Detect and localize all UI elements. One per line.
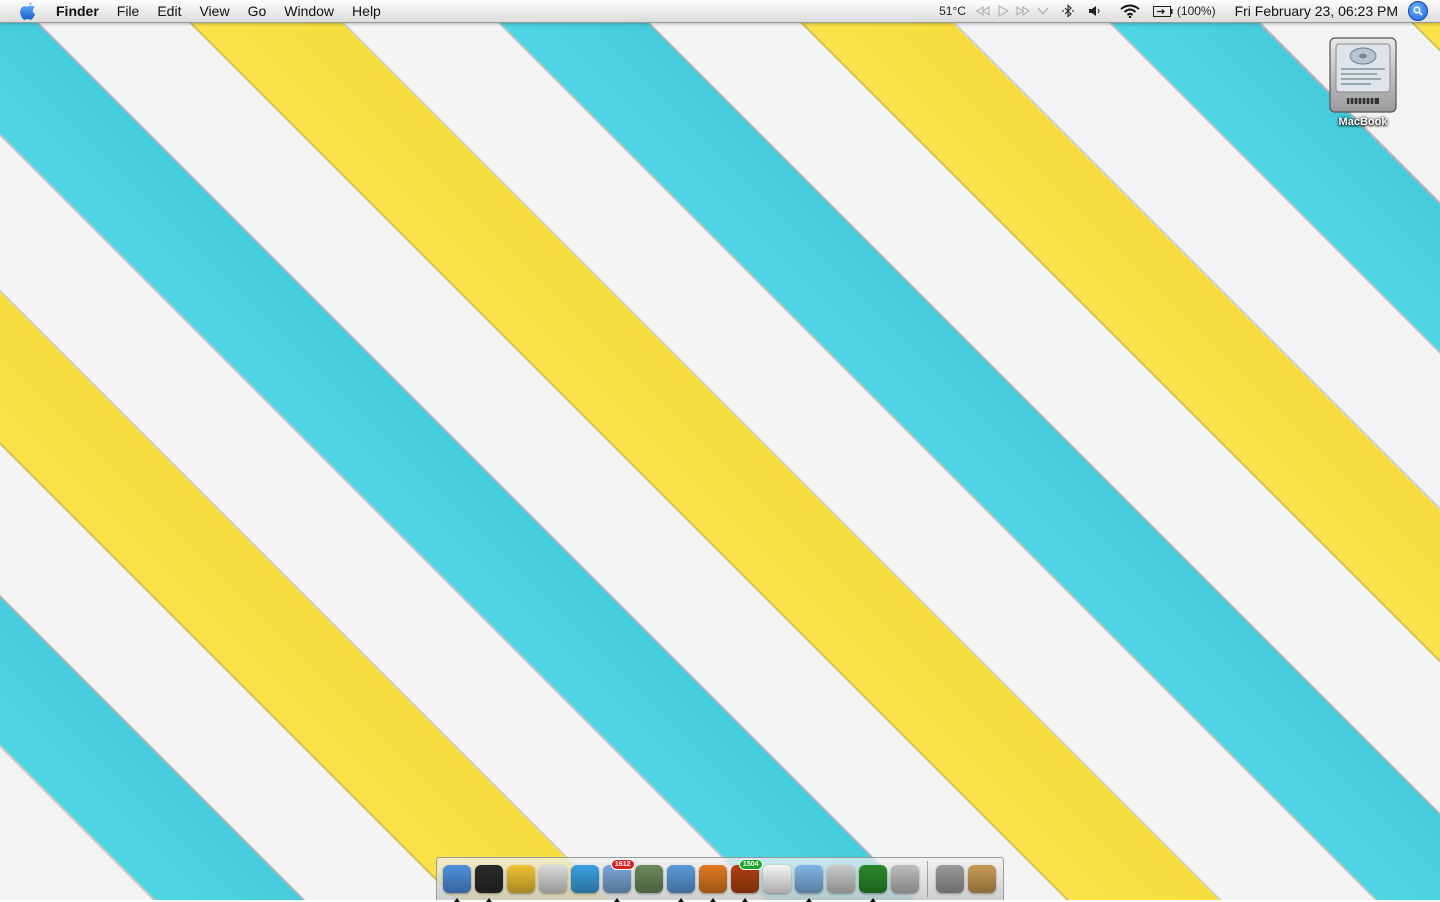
dock-badge: 1504: [738, 859, 763, 870]
dock-item-itunes[interactable]: [795, 863, 824, 902]
dock-apps-section: 1612 1504: [441, 859, 921, 902]
menu-help[interactable]: Help: [343, 0, 390, 22]
growl-icon: [507, 865, 535, 893]
running-indicator: [806, 898, 812, 902]
menu-app-finder[interactable]: Finder: [52, 0, 108, 22]
itunes-icon: [795, 865, 823, 893]
dock-item-quicktime[interactable]: [571, 863, 600, 895]
dock-item-trash-box[interactable]: [968, 863, 997, 895]
finder-icon: [443, 865, 471, 893]
quicktime-icon: [571, 865, 599, 893]
running-indicator: [710, 898, 716, 902]
trash-box-icon: [968, 865, 996, 893]
desktop-icon-label: MacBook: [1338, 116, 1388, 128]
iphoto-icon: [635, 865, 663, 893]
dock-badge: 1612: [610, 859, 635, 870]
fast-forward-icon[interactable]: [1014, 0, 1032, 22]
menu-go[interactable]: Go: [239, 0, 276, 22]
menubar-clock[interactable]: Fri February 23, 06:23 PM: [1223, 3, 1408, 19]
dock-item-dvd-player[interactable]: [827, 863, 856, 895]
spotlight-search-icon[interactable]: [1408, 1, 1428, 21]
downloads-stack-icon: [936, 865, 964, 893]
battery-icon[interactable]: [1152, 0, 1174, 22]
running-indicator: [614, 898, 620, 902]
dock-item-firefox[interactable]: [699, 863, 728, 902]
desktop-wallpaper: [0, 0, 1440, 900]
wifi-icon[interactable]: [1119, 0, 1141, 22]
x11-icon: [859, 865, 887, 893]
menu-window[interactable]: Window: [275, 0, 343, 22]
dock-item-finder[interactable]: [443, 863, 472, 902]
running-indicator: [454, 898, 460, 902]
apple-menu-icon[interactable]: [18, 1, 38, 21]
dock-separator: [927, 861, 928, 897]
running-indicator: [742, 898, 748, 902]
dock-item-x11[interactable]: [859, 863, 888, 902]
dashboard-icon: [475, 865, 503, 893]
automator-icon: [539, 865, 567, 893]
dvd-player-icon: [827, 865, 855, 893]
battery-percentage[interactable]: (100%): [1175, 4, 1223, 18]
desktop-icon-macbook[interactable]: MacBook: [1318, 36, 1408, 128]
dock: 1612 1504: [436, 857, 1004, 902]
menu-view[interactable]: View: [190, 0, 238, 22]
menu-file[interactable]: File: [108, 0, 149, 22]
dock-item-growl[interactable]: [507, 863, 536, 895]
dock-item-textedit[interactable]: [763, 863, 792, 895]
dock-item-downloads-stack[interactable]: [936, 863, 965, 895]
chevron-down-icon[interactable]: [1034, 0, 1052, 22]
running-indicator: [486, 898, 492, 902]
rewind-icon[interactable]: [974, 0, 992, 22]
dock-docs-section: [934, 863, 998, 895]
running-indicator: [678, 898, 684, 902]
safari-icon: [667, 865, 695, 893]
temperature-readout[interactable]: 51°C: [932, 4, 973, 18]
hard-drive-icon: [1327, 36, 1399, 114]
dock-item-automator[interactable]: [539, 863, 568, 895]
dock-item-safari[interactable]: [667, 863, 696, 902]
dock-item-iphoto[interactable]: [635, 863, 664, 895]
menu-bar: Finder File Edit View Go Window Help 51°…: [0, 0, 1440, 23]
firefox-icon: [699, 865, 727, 893]
system-preferences-icon: [891, 865, 919, 893]
textedit-icon: [763, 865, 791, 893]
dock-item-mail[interactable]: 1612: [603, 859, 635, 902]
dock-item-vienna[interactable]: 1504: [731, 859, 763, 902]
dock-item-system-preferences[interactable]: [891, 863, 920, 895]
bluetooth-icon[interactable]: [1059, 0, 1077, 22]
menu-edit[interactable]: Edit: [148, 0, 190, 22]
running-indicator: [870, 898, 876, 902]
play-icon[interactable]: [994, 0, 1012, 22]
volume-icon[interactable]: [1086, 0, 1104, 22]
dock-item-dashboard[interactable]: [475, 863, 504, 902]
